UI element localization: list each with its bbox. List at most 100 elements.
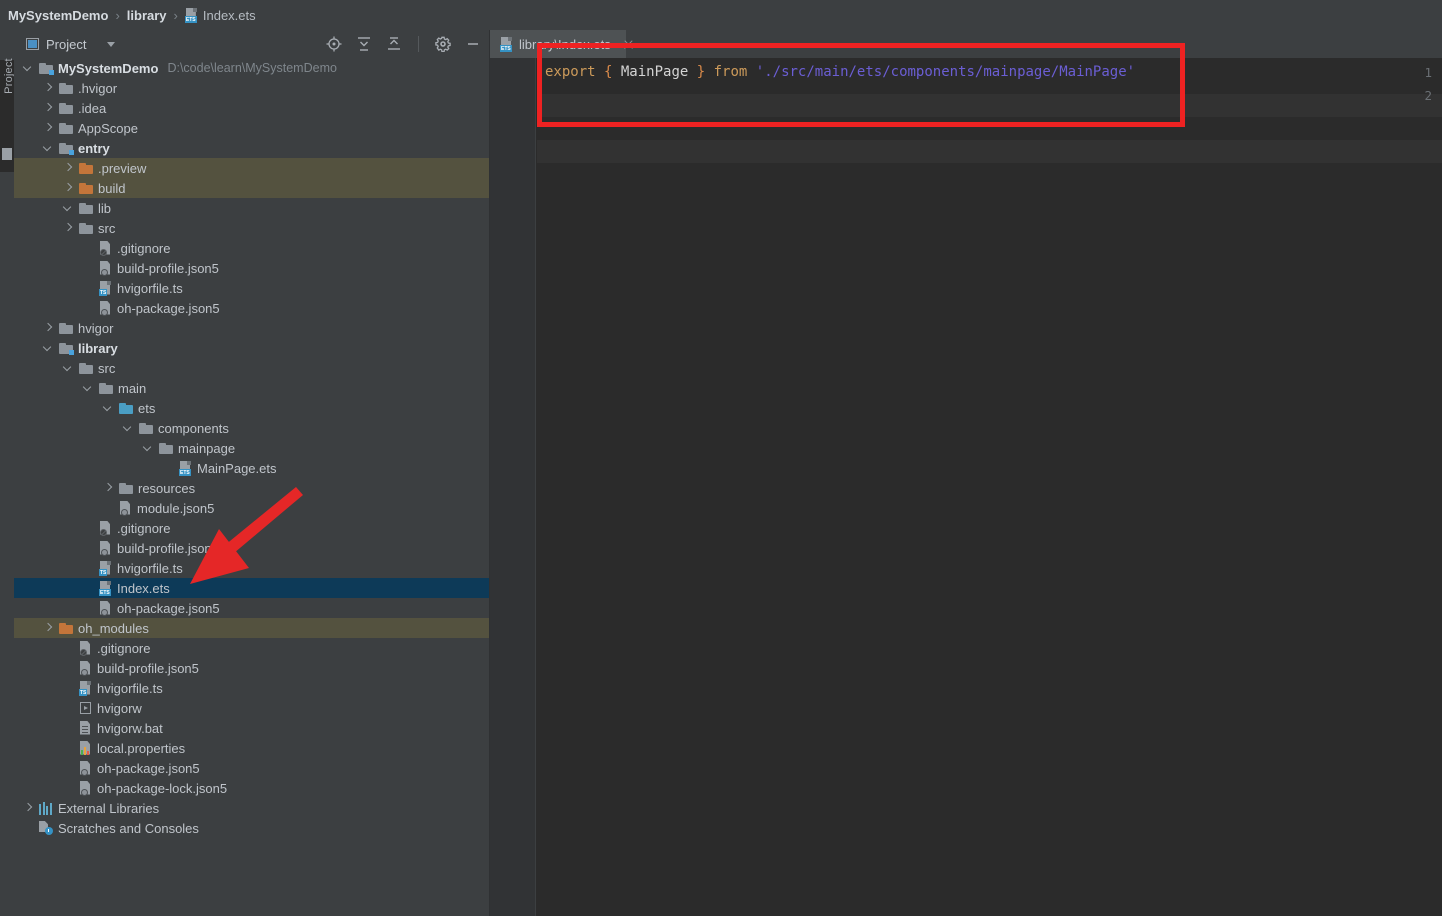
scratches-icon xyxy=(39,821,53,835)
chevron-down-icon[interactable] xyxy=(143,443,153,453)
tree-row[interactable]: build-profile.json5 xyxy=(14,258,489,278)
chevron-right-icon[interactable] xyxy=(43,123,53,133)
chevron-down-icon[interactable] xyxy=(43,343,53,353)
tree-row[interactable]: TS hvigorfile.ts xyxy=(14,558,489,578)
tree-row[interactable]: TS hvigorfile.ts xyxy=(14,278,489,298)
tree-row[interactable]: build xyxy=(14,178,489,198)
chevron-down-icon[interactable] xyxy=(107,41,116,47)
chevron-right-icon[interactable] xyxy=(43,103,53,113)
gear-icon[interactable] xyxy=(435,36,451,53)
tree-row[interactable]: entry xyxy=(14,138,489,158)
tree-row[interactable]: hvigor xyxy=(14,318,489,338)
tree-row[interactable]: resources xyxy=(14,478,489,498)
minimize-icon[interactable] xyxy=(465,36,481,52)
folder-orange xyxy=(59,622,73,634)
tree-row[interactable]: MySystemDemo D:\code\learn\MySystemDemo xyxy=(14,58,489,78)
tree-row-label: resources xyxy=(138,480,196,496)
folder-module xyxy=(59,342,74,355)
tree-row[interactable]: oh-package.json5 xyxy=(14,298,489,318)
chevron-right-icon[interactable] xyxy=(63,223,73,233)
chevron-down-icon[interactable] xyxy=(123,423,133,433)
code-token: } xyxy=(696,64,706,80)
folder xyxy=(139,422,153,434)
tree-row-label: src xyxy=(98,360,116,376)
tree-row[interactable]: ets xyxy=(14,398,489,418)
tree-row[interactable]: hvigorw xyxy=(14,698,489,718)
tree-row-label: hvigorfile.ts xyxy=(97,680,163,696)
tree-row[interactable]: main xyxy=(14,378,489,398)
chevron-right-icon[interactable] xyxy=(63,163,73,173)
tree-row[interactable]: hvigorw.bat xyxy=(14,718,489,738)
tree-row[interactable]: External Libraries xyxy=(14,798,489,818)
code-editor[interactable]: 1 2 export { MainPage } from './src/main… xyxy=(490,58,1442,916)
tree-row[interactable]: .gitignore xyxy=(14,238,489,258)
chevron-down-icon[interactable] xyxy=(63,203,73,213)
tree-row[interactable]: library xyxy=(14,338,489,358)
chevron-right-icon[interactable] xyxy=(43,623,53,633)
properties-file-icon xyxy=(79,740,92,756)
tree-row-label: .gitignore xyxy=(97,640,151,656)
project-tree[interactable]: MySystemDemo D:\code\learn\MySystemDemo .h… xyxy=(14,58,489,916)
code-line[interactable]: export { MainPage } from './src/main/ets… xyxy=(545,61,1135,84)
tree-row[interactable]: ETS MainPage.ets xyxy=(14,458,489,478)
folder xyxy=(159,442,173,454)
json5-file-icon xyxy=(79,660,92,676)
tree-row-label: hvigorw.bat xyxy=(97,720,163,736)
tree-row[interactable]: lib xyxy=(14,198,489,218)
tree-row[interactable]: build-profile.json5 xyxy=(14,538,489,558)
folder xyxy=(59,82,73,94)
expand-all-icon[interactable] xyxy=(356,36,372,52)
tree-row[interactable]: local.properties xyxy=(14,738,489,758)
chevron-down-icon[interactable] xyxy=(43,143,53,153)
chevron-down-icon[interactable] xyxy=(83,383,93,393)
tree-row[interactable]: AppScope xyxy=(14,118,489,138)
tree-row[interactable]: oh-package.json5 xyxy=(14,758,489,778)
chevron-down-icon[interactable] xyxy=(23,63,33,73)
collapse-all-icon[interactable] xyxy=(386,36,402,52)
tree-row[interactable]: .preview xyxy=(14,158,489,178)
code-token: './src/main/ets/components/mainpage/Main… xyxy=(755,64,1136,80)
project-view-selector[interactable]: Project xyxy=(14,37,116,52)
tree-row[interactable]: .gitignore xyxy=(14,518,489,538)
tree-row[interactable]: components xyxy=(14,418,489,438)
tree-row[interactable]: TS hvigorfile.ts xyxy=(14,678,489,698)
tree-row[interactable]: ETS Index.ets xyxy=(14,578,489,598)
breadcrumb-module[interactable]: library xyxy=(127,8,167,23)
tree-row-label: oh-package.json5 xyxy=(117,600,220,616)
editor-tab-bar: ETS library\Index.ets xyxy=(490,30,1442,58)
tree-row[interactable]: oh-package-lock.json5 xyxy=(14,778,489,798)
chevron-right-icon[interactable] xyxy=(63,183,73,193)
chevron-right-icon[interactable] xyxy=(43,83,53,93)
chevron-right-icon[interactable] xyxy=(23,803,33,813)
tree-row[interactable]: .idea xyxy=(14,98,489,118)
tree-row-label: mainpage xyxy=(178,440,236,456)
chevron-right-icon[interactable] xyxy=(103,483,113,493)
editor-tab-index-ets[interactable]: ETS library\Index.ets xyxy=(490,30,626,58)
tree-row[interactable]: src xyxy=(14,218,489,238)
chevron-down-icon[interactable] xyxy=(103,403,113,413)
tree-row-label: build-profile.json5 xyxy=(117,260,219,276)
tree-row[interactable]: oh-package.json5 xyxy=(14,598,489,618)
project-panel-header: Project xyxy=(14,30,489,58)
chevron-down-icon[interactable] xyxy=(63,363,73,373)
tree-row[interactable]: build-profile.json5 xyxy=(14,658,489,678)
code-token: export xyxy=(545,64,596,80)
tree-row[interactable]: Scratches and Consoles xyxy=(14,818,489,838)
tree-row[interactable]: module.json5 xyxy=(14,498,489,518)
target-locate-icon[interactable] xyxy=(326,36,342,52)
tree-row[interactable]: mainpage xyxy=(14,438,489,458)
chevron-right-icon[interactable] xyxy=(43,323,53,333)
tree-row[interactable]: .gitignore xyxy=(14,638,489,658)
tree-row[interactable]: .hvigor xyxy=(14,78,489,98)
tree-row[interactable]: oh_modules xyxy=(14,618,489,638)
breadcrumb-project[interactable]: MySystemDemo xyxy=(8,8,108,23)
tree-row[interactable]: src xyxy=(14,358,489,378)
ets-file-icon: ETS xyxy=(99,580,112,596)
breadcrumb-file[interactable]: ETS Index.ets xyxy=(184,7,256,23)
tree-row-label: .hvigor xyxy=(78,80,118,96)
